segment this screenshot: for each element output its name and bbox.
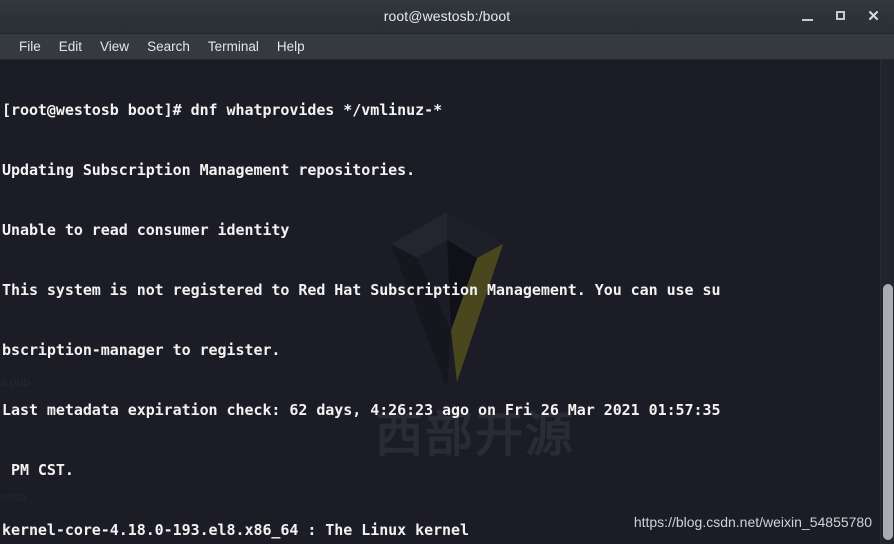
menu-item-file[interactable]: File bbox=[10, 37, 50, 56]
close-icon: ✕ bbox=[867, 8, 880, 25]
terminal-line: bscription-manager to register. bbox=[2, 341, 281, 359]
close-button[interactable]: ✕ bbox=[865, 9, 882, 25]
terminal-text: [root@westosb boot]# dnf whatprovides */… bbox=[0, 60, 721, 544]
menu-item-edit[interactable]: Edit bbox=[50, 37, 91, 56]
scrollbar-thumb[interactable] bbox=[883, 284, 893, 540]
vertical-scrollbar[interactable] bbox=[880, 60, 894, 544]
terminal-output-area[interactable]: 西部开源 a.pub ensb [root@westosb boot]# dnf… bbox=[0, 60, 894, 544]
menu-item-search[interactable]: Search bbox=[138, 37, 199, 56]
terminal-line: Last metadata expiration check: 62 days,… bbox=[2, 401, 721, 419]
menu-bar: File Edit View Search Terminal Help bbox=[0, 34, 894, 60]
menu-item-terminal[interactable]: Terminal bbox=[199, 37, 268, 56]
maximize-button[interactable] bbox=[832, 9, 849, 25]
terminal-line: This system is not registered to Red Hat… bbox=[2, 281, 721, 299]
menu-item-view[interactable]: View bbox=[91, 37, 138, 56]
terminal-line: kernel-core-4.18.0-193.el8.x86_64 : The … bbox=[2, 521, 470, 539]
terminal-line: Updating Subscription Management reposit… bbox=[2, 161, 416, 179]
terminal-window: root@westosb:/boot ✕ File Edit View Sear… bbox=[0, 0, 894, 544]
terminal-line: [root@westosb boot]# dnf whatprovides */… bbox=[2, 101, 443, 119]
minimize-icon bbox=[802, 19, 813, 21]
minimize-button[interactable] bbox=[799, 9, 816, 25]
window-title: root@westosb:/boot bbox=[383, 8, 511, 24]
terminal-line: PM CST. bbox=[2, 461, 74, 479]
terminal-line: Unable to read consumer identity bbox=[2, 221, 290, 239]
menu-item-help[interactable]: Help bbox=[268, 37, 314, 56]
title-bar: root@westosb:/boot ✕ bbox=[0, 0, 894, 34]
maximize-icon bbox=[836, 11, 845, 20]
